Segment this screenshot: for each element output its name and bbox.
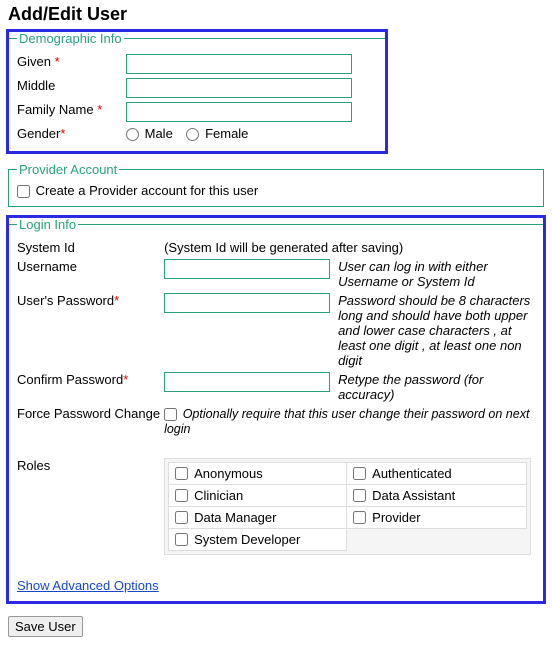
middle-label: Middle bbox=[17, 76, 126, 100]
role-cell: Anonymous bbox=[169, 463, 347, 485]
given-input[interactable] bbox=[126, 54, 352, 74]
role-label: Authenticated bbox=[372, 466, 452, 481]
force-option[interactable]: Optionally require that this user change… bbox=[164, 406, 529, 436]
family-label: Family Name bbox=[17, 102, 94, 117]
demographic-fieldset: Demographic Info Given * Middle Family N… bbox=[8, 31, 386, 152]
roles-box: Anonymous Authenticated Clinician Data Assi… bbox=[164, 458, 531, 555]
password-label: User's Password bbox=[17, 293, 114, 308]
role-cell: Data Assistant bbox=[347, 485, 527, 507]
force-checkbox[interactable] bbox=[164, 408, 177, 421]
role-checkbox[interactable] bbox=[175, 511, 188, 524]
gender-male-option[interactable]: Male bbox=[126, 126, 176, 141]
force-hint: Optionally require that this user change… bbox=[164, 407, 529, 436]
gender-female-radio[interactable] bbox=[186, 128, 199, 141]
role-checkbox[interactable] bbox=[353, 467, 366, 480]
role-cell: Authenticated bbox=[347, 463, 527, 485]
gender-label: Gender bbox=[17, 126, 60, 141]
role-option[interactable]: System Developer bbox=[175, 532, 340, 547]
login-fieldset: Login Info System Id (System Id will be … bbox=[8, 217, 544, 602]
password-input[interactable] bbox=[164, 293, 330, 313]
required-marker: * bbox=[60, 126, 65, 141]
required-marker: * bbox=[97, 102, 102, 117]
provider-create-option[interactable]: Create a Provider account for this user bbox=[17, 183, 258, 198]
password-hint: Password should be 8 characters long and… bbox=[338, 291, 535, 370]
roles-label: Roles bbox=[17, 456, 164, 560]
role-option[interactable]: Provider bbox=[353, 510, 520, 525]
role-option[interactable]: Data Assistant bbox=[353, 488, 520, 503]
required-marker: * bbox=[114, 293, 119, 308]
role-option[interactable]: Data Manager bbox=[175, 510, 340, 525]
demographic-legend: Demographic Info bbox=[17, 31, 124, 46]
role-checkbox[interactable] bbox=[175, 533, 188, 546]
force-label: Force Password Change bbox=[17, 404, 164, 438]
role-cell: Clinician bbox=[169, 485, 347, 507]
confirm-input[interactable] bbox=[164, 372, 330, 392]
role-label: Data Assistant bbox=[372, 488, 455, 503]
role-checkbox[interactable] bbox=[353, 489, 366, 502]
role-option[interactable]: Anonymous bbox=[175, 466, 340, 481]
role-label: Provider bbox=[372, 510, 420, 525]
provider-create-checkbox[interactable] bbox=[17, 185, 30, 198]
role-cell bbox=[347, 529, 527, 551]
role-label: Data Manager bbox=[194, 510, 276, 525]
page-title: Add/Edit User bbox=[8, 4, 544, 25]
gender-female-label: Female bbox=[205, 126, 248, 141]
provider-fieldset: Provider Account Create a Provider accou… bbox=[8, 162, 544, 207]
confirm-label: Confirm Password bbox=[17, 372, 123, 387]
save-button[interactable]: Save User bbox=[8, 616, 83, 637]
middle-input[interactable] bbox=[126, 78, 352, 98]
username-label: Username bbox=[17, 257, 164, 291]
required-marker: * bbox=[123, 372, 128, 387]
role-checkbox[interactable] bbox=[175, 467, 188, 480]
gender-female-option[interactable]: Female bbox=[186, 126, 248, 141]
system-id-label: System Id bbox=[17, 238, 164, 257]
show-advanced-link[interactable]: Show Advanced Options bbox=[17, 578, 159, 593]
family-input[interactable] bbox=[126, 102, 352, 122]
role-label: Clinician bbox=[194, 488, 243, 503]
gender-male-radio[interactable] bbox=[126, 128, 139, 141]
system-id-hint: (System Id will be generated after savin… bbox=[164, 238, 535, 257]
provider-legend: Provider Account bbox=[17, 162, 119, 177]
login-legend: Login Info bbox=[17, 217, 78, 232]
username-input[interactable] bbox=[164, 259, 330, 279]
role-cell: System Developer bbox=[169, 529, 347, 551]
role-checkbox[interactable] bbox=[353, 511, 366, 524]
role-cell: Data Manager bbox=[169, 507, 347, 529]
confirm-hint: Retype the password (for accuracy) bbox=[338, 370, 535, 404]
role-option[interactable]: Authenticated bbox=[353, 466, 520, 481]
role-label: System Developer bbox=[194, 532, 300, 547]
provider-create-label: Create a Provider account for this user bbox=[36, 183, 259, 198]
given-label: Given bbox=[17, 54, 51, 69]
required-marker: * bbox=[55, 54, 60, 69]
role-cell: Provider bbox=[347, 507, 527, 529]
role-option[interactable]: Clinician bbox=[175, 488, 340, 503]
username-hint: User can log in with either Username or … bbox=[338, 257, 535, 291]
gender-male-label: Male bbox=[145, 126, 173, 141]
role-label: Anonymous bbox=[194, 466, 263, 481]
role-checkbox[interactable] bbox=[175, 489, 188, 502]
